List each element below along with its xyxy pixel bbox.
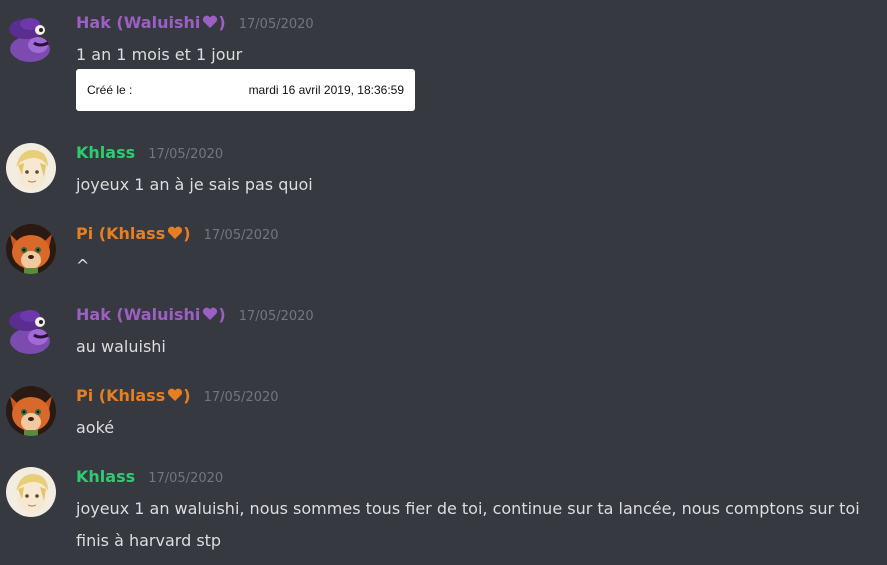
timestamp: 17/05/2020 (148, 147, 224, 162)
image-attachment[interactable]: Créé le : mardi 16 avril 2019, 18:36:59 (76, 69, 415, 111)
message-text: au waluishi (76, 337, 166, 356)
message-header: Hak (Waluishi) 17/05/2020 (76, 304, 314, 328)
author-name[interactable]: Hak (Waluishi) (76, 13, 226, 32)
waluigi-avatar-icon (6, 13, 56, 63)
heart-icon (202, 305, 218, 327)
author-name[interactable]: Khlass (76, 467, 135, 486)
author-name[interactable]: Pi (Khlass) (76, 224, 191, 243)
attachment-value: mardi 16 avril 2019, 18:36:59 (248, 83, 404, 97)
avatar-khlass[interactable] (6, 143, 56, 193)
timestamp: 17/05/2020 (238, 309, 314, 324)
author-name[interactable]: Pi (Khlass) (76, 386, 191, 405)
message-text: 1 an 1 mois et 1 jour (76, 45, 243, 64)
author-name[interactable]: Hak (Waluishi) (76, 305, 226, 324)
avatar-pi[interactable] (6, 224, 56, 274)
waluigi-avatar-icon (6, 305, 56, 355)
message-text: joyeux 1 an à je sais pas quoi (76, 175, 313, 194)
heart-icon (167, 386, 183, 408)
heart-icon (202, 13, 218, 35)
avatar-waluigi[interactable] (6, 13, 56, 63)
message-text: joyeux 1 an waluishi, nous sommes tous f… (76, 499, 860, 550)
timestamp: 17/05/2020 (203, 228, 279, 243)
fox-avatar-icon (6, 386, 56, 436)
blonde-character-avatar-icon (6, 467, 56, 517)
timestamp: 17/05/2020 (148, 471, 224, 486)
fox-avatar-icon (6, 224, 56, 274)
heart-icon (167, 224, 183, 246)
author-name[interactable]: Khlass (76, 143, 135, 162)
avatar-khlass[interactable] (6, 467, 56, 517)
message-header: Khlass 17/05/2020 (76, 466, 223, 490)
attachment-label: Créé le : (87, 83, 133, 97)
timestamp: 17/05/2020 (203, 390, 279, 405)
message-header: Khlass 17/05/2020 (76, 142, 223, 166)
message-header: Pi (Khlass) 17/05/2020 (76, 385, 279, 409)
message-text: ^ (76, 256, 90, 275)
blonde-character-avatar-icon (6, 143, 56, 193)
message-header: Pi (Khlass) 17/05/2020 (76, 223, 279, 247)
avatar-pi[interactable] (6, 386, 56, 436)
timestamp: 17/05/2020 (238, 17, 314, 32)
message-text: aoké (76, 418, 115, 437)
chat-log: Hak (Waluishi) 17/05/2020 1 an 1 mois et… (0, 0, 887, 565)
avatar-waluigi[interactable] (6, 305, 56, 355)
message-header: Hak (Waluishi) 17/05/2020 (76, 12, 314, 36)
